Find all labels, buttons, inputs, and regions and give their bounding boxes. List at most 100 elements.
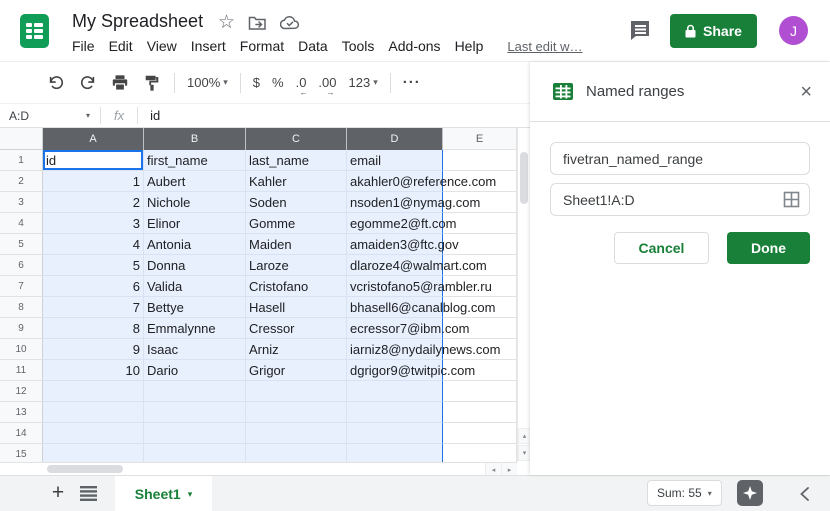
select-all-corner[interactable] (0, 128, 43, 150)
cell[interactable] (443, 339, 517, 360)
cell[interactable]: egomme2@ft.com (347, 213, 443, 234)
cell[interactable]: 10 (43, 360, 144, 381)
cell[interactable]: Soden (246, 192, 347, 213)
menu-format[interactable]: Format (240, 38, 284, 54)
cell[interactable]: 1 (43, 171, 144, 192)
cell[interactable] (144, 381, 246, 402)
range-name-input[interactable] (550, 142, 810, 175)
cell[interactable]: Emmalynne (144, 318, 246, 339)
row-header[interactable]: 13 (0, 402, 43, 423)
cell[interactable] (443, 171, 517, 192)
cell[interactable] (246, 402, 347, 423)
zoom-select[interactable]: 100% ▾ (187, 75, 228, 90)
cell[interactable]: vcristofano5@rambler.ru (347, 276, 443, 297)
cancel-button[interactable]: Cancel (614, 232, 709, 264)
vertical-scrollbar-thumb[interactable] (520, 152, 528, 204)
row-header[interactable]: 12 (0, 381, 43, 402)
row-header[interactable]: 8 (0, 297, 43, 318)
cell[interactable] (144, 402, 246, 423)
cell[interactable]: amaiden3@ftc.gov (347, 234, 443, 255)
sheets-logo-icon[interactable] (20, 14, 49, 48)
horizontal-scrollbar-thumb[interactable] (47, 465, 123, 473)
move-folder-icon[interactable] (248, 15, 267, 31)
cell[interactable]: Nichole (144, 192, 246, 213)
cell[interactable]: Isaac (144, 339, 246, 360)
cell[interactable] (347, 423, 443, 444)
cell[interactable]: nsoden1@nymag.com (347, 192, 443, 213)
cell[interactable] (443, 381, 517, 402)
cell[interactable] (144, 423, 246, 444)
all-sheets-icon[interactable] (80, 486, 97, 501)
select-data-range-icon[interactable] (783, 191, 800, 208)
decrease-decimal-button[interactable]: .0 ← (296, 75, 307, 90)
cell[interactable]: Grigor (246, 360, 347, 381)
cell[interactable]: bhasell6@canalblog.com (347, 297, 443, 318)
cell[interactable]: Antonia (144, 234, 246, 255)
cell[interactable]: iarniz8@nydailynews.com (347, 339, 443, 360)
cell[interactable]: dgrigor9@twitpic.com (347, 360, 443, 381)
undo-icon[interactable] (46, 73, 66, 93)
cell[interactable] (443, 192, 517, 213)
menu-tools[interactable]: Tools (342, 38, 375, 54)
cell[interactable] (443, 234, 517, 255)
row-header[interactable]: 10 (0, 339, 43, 360)
cell[interactable]: Bettye (144, 297, 246, 318)
cell[interactable]: Hasell (246, 297, 347, 318)
cell[interactable] (43, 423, 144, 444)
cell[interactable] (246, 381, 347, 402)
name-box[interactable]: A:D (0, 109, 86, 123)
cell[interactable]: email (347, 150, 443, 171)
cell[interactable] (443, 444, 517, 462)
row-header[interactable]: 6 (0, 255, 43, 276)
cell[interactable] (347, 402, 443, 423)
print-icon[interactable] (110, 73, 130, 93)
menu-help[interactable]: Help (455, 38, 484, 54)
cell[interactable]: 3 (43, 213, 144, 234)
cell[interactable] (246, 423, 347, 444)
cell[interactable]: Maiden (246, 234, 347, 255)
cell[interactable]: last_name (246, 150, 347, 171)
add-sheet-button[interactable]: + (46, 481, 70, 505)
cell[interactable]: 8 (43, 318, 144, 339)
menu-data[interactable]: Data (298, 38, 328, 54)
cell[interactable]: Gomme (246, 213, 347, 234)
cell[interactable] (443, 255, 517, 276)
done-button[interactable]: Done (727, 232, 810, 264)
row-header[interactable]: 2 (0, 171, 43, 192)
cell[interactable] (443, 213, 517, 234)
cell[interactable]: Elinor (144, 213, 246, 234)
cell[interactable]: 9 (43, 339, 144, 360)
chevron-left-icon[interactable] (795, 485, 813, 503)
cell[interactable]: 2 (43, 192, 144, 213)
cell[interactable]: Laroze (246, 255, 347, 276)
cell[interactable]: 5 (43, 255, 144, 276)
caret-down-icon[interactable]: ▾ (86, 111, 90, 120)
format-currency-button[interactable]: $ (253, 75, 260, 90)
row-header[interactable]: 3 (0, 192, 43, 213)
redo-icon[interactable] (78, 73, 98, 93)
star-icon[interactable]: ☆ (218, 13, 235, 32)
row-header[interactable]: 4 (0, 213, 43, 234)
menu-file[interactable]: File (72, 38, 95, 54)
column-header-d[interactable]: D (347, 128, 443, 150)
cell[interactable]: ecressor7@ibm.com (347, 318, 443, 339)
row-header[interactable]: 15 (0, 444, 43, 462)
cell[interactable] (43, 444, 144, 462)
cell[interactable] (43, 381, 144, 402)
cell[interactable] (347, 444, 443, 462)
column-header-c[interactable]: C (246, 128, 347, 150)
cell[interactable]: Donna (144, 255, 246, 276)
cell[interactable]: dlaroze4@walmart.com (347, 255, 443, 276)
row-header[interactable]: 5 (0, 234, 43, 255)
cell[interactable] (443, 423, 517, 444)
column-header-b[interactable]: B (144, 128, 246, 150)
share-button[interactable]: Share (670, 14, 757, 48)
column-header-e[interactable]: E (443, 128, 517, 150)
more-toolbar-button[interactable]: ··· (403, 74, 421, 91)
cell[interactable] (43, 402, 144, 423)
row-header[interactable]: 7 (0, 276, 43, 297)
menu-insert[interactable]: Insert (191, 38, 226, 54)
increase-decimal-button[interactable]: .00 → (318, 75, 336, 90)
row-header[interactable]: 1 (0, 150, 43, 171)
cell[interactable] (246, 444, 347, 462)
